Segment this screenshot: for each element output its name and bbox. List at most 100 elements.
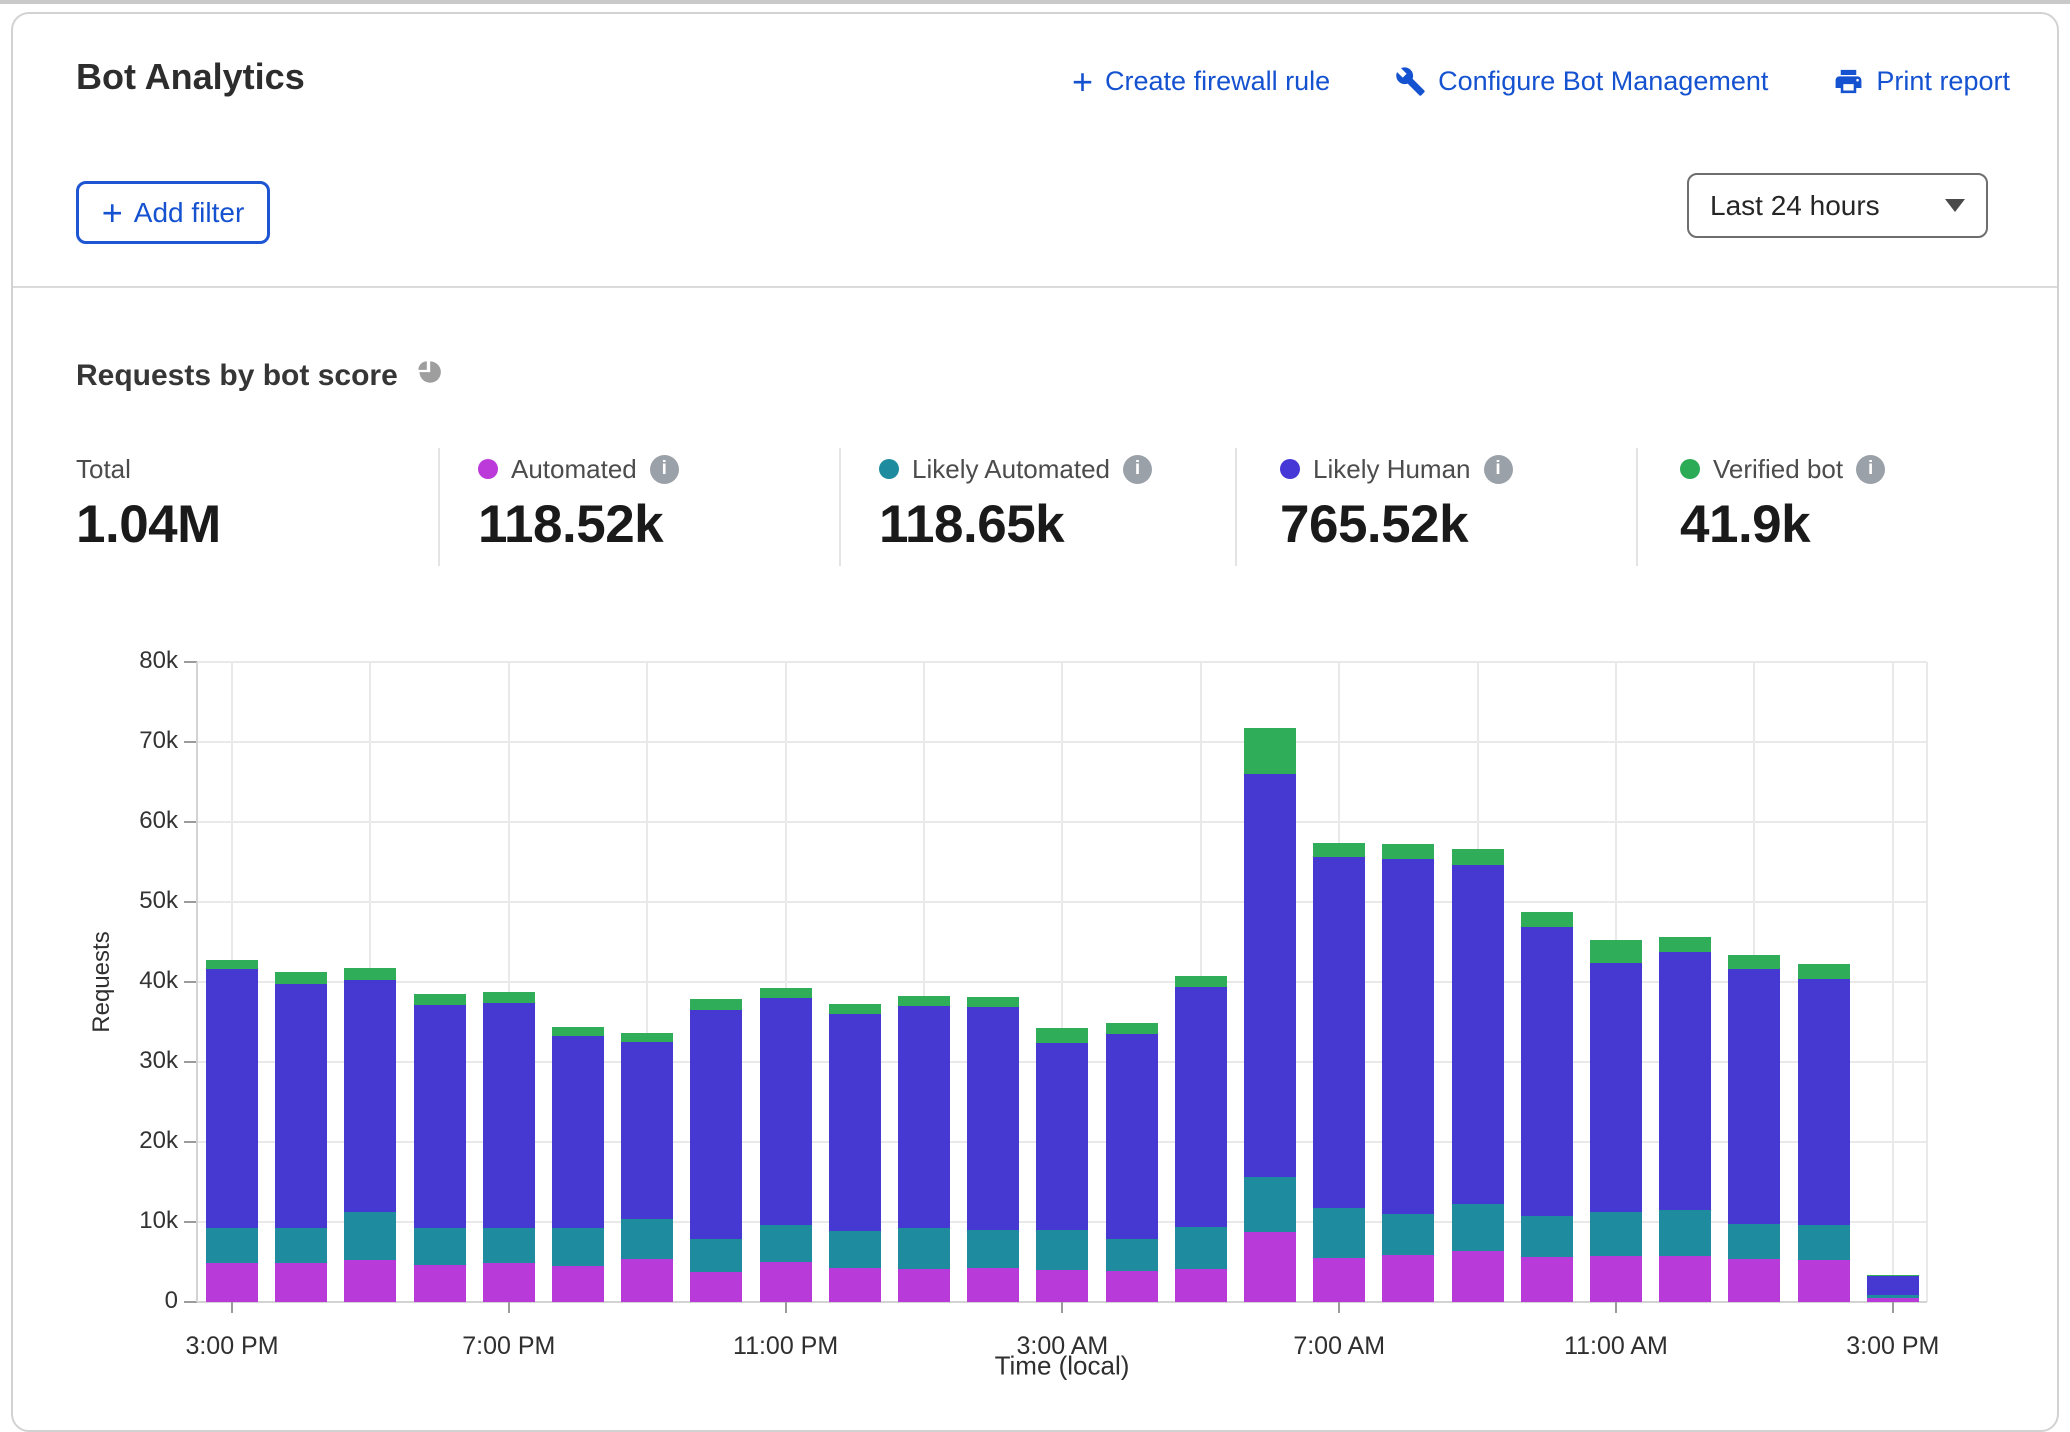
bar-segment-likely-automated[interactable]: [967, 1230, 1019, 1268]
bar-segment-likely-automated[interactable]: [1798, 1225, 1850, 1259]
bar-segment-likely-human[interactable]: [1521, 927, 1573, 1217]
bar-segment-verified-bot[interactable]: [967, 997, 1019, 1007]
bar-segment-likely-automated[interactable]: [1452, 1204, 1504, 1251]
bar-segment-likely-automated[interactable]: [275, 1228, 327, 1263]
bar-segment-automated[interactable]: [1728, 1259, 1780, 1302]
bar-segment-verified-bot[interactable]: [1452, 849, 1504, 865]
bar-segment-likely-human[interactable]: [621, 1042, 673, 1219]
bar-segment-automated[interactable]: [483, 1263, 535, 1302]
configure-bot-management-link[interactable]: Configure Bot Management: [1395, 66, 1768, 97]
bar-segment-likely-human[interactable]: [1382, 859, 1434, 1214]
bar-segment-automated[interactable]: [206, 1263, 258, 1302]
add-filter-button[interactable]: + Add filter: [76, 181, 270, 244]
bar-segment-automated[interactable]: [1867, 1298, 1919, 1302]
bar-segment-verified-bot[interactable]: [1313, 843, 1365, 857]
bar-segment-likely-human[interactable]: [275, 984, 327, 1228]
bar-segment-automated[interactable]: [1106, 1271, 1158, 1302]
bar-segment-likely-human[interactable]: [760, 998, 812, 1225]
bar-segment-likely-human[interactable]: [1313, 857, 1365, 1207]
bar-segment-likely-automated[interactable]: [1313, 1208, 1365, 1258]
bar-segment-likely-human[interactable]: [1244, 774, 1296, 1177]
bar-segment-automated[interactable]: [414, 1265, 466, 1302]
bar-segment-likely-automated[interactable]: [206, 1228, 258, 1263]
bar-segment-automated[interactable]: [1521, 1257, 1573, 1302]
bar-segment-likely-automated[interactable]: [552, 1228, 604, 1266]
bar-segment-likely-automated[interactable]: [760, 1225, 812, 1262]
bar-segment-verified-bot[interactable]: [1106, 1023, 1158, 1034]
bar-segment-automated[interactable]: [1659, 1256, 1711, 1302]
bar-segment-likely-human[interactable]: [1728, 969, 1780, 1223]
create-firewall-rule-link[interactable]: +Create firewall rule: [1072, 66, 1330, 97]
bar-segment-likely-human[interactable]: [690, 1010, 742, 1239]
bar-segment-likely-automated[interactable]: [1590, 1212, 1642, 1255]
bar-segment-automated[interactable]: [1244, 1232, 1296, 1302]
bar-segment-likely-automated[interactable]: [898, 1228, 950, 1269]
bar-segment-verified-bot[interactable]: [1382, 844, 1434, 859]
bar-segment-likely-automated[interactable]: [1036, 1230, 1088, 1270]
bar-segment-likely-human[interactable]: [1452, 865, 1504, 1203]
info-icon[interactable]: i: [1123, 455, 1152, 484]
bar-segment-verified-bot[interactable]: [206, 960, 258, 969]
bar-segment-likely-human[interactable]: [552, 1036, 604, 1228]
bar-segment-likely-automated[interactable]: [1382, 1214, 1434, 1255]
bar-segment-automated[interactable]: [344, 1260, 396, 1302]
bar-segment-likely-human[interactable]: [344, 980, 396, 1212]
bar-segment-automated[interactable]: [275, 1263, 327, 1302]
bar-segment-verified-bot[interactable]: [1175, 976, 1227, 986]
bar-segment-verified-bot[interactable]: [344, 968, 396, 981]
bar-segment-likely-automated[interactable]: [829, 1231, 881, 1268]
bar-segment-verified-bot[interactable]: [1798, 964, 1850, 979]
bar-segment-likely-automated[interactable]: [690, 1239, 742, 1272]
bar-segment-automated[interactable]: [1382, 1255, 1434, 1302]
bar-segment-likely-human[interactable]: [1659, 952, 1711, 1210]
bar-segment-automated[interactable]: [1452, 1251, 1504, 1302]
bar-segment-likely-automated[interactable]: [344, 1212, 396, 1259]
bar-segment-automated[interactable]: [829, 1268, 881, 1302]
bar-segment-likely-automated[interactable]: [483, 1228, 535, 1263]
bar-segment-likely-human[interactable]: [898, 1006, 950, 1228]
bar-segment-likely-human[interactable]: [1590, 963, 1642, 1213]
info-icon[interactable]: i: [1484, 455, 1513, 484]
bar-segment-verified-bot[interactable]: [1244, 728, 1296, 774]
bar-segment-verified-bot[interactable]: [829, 1004, 881, 1014]
bar-segment-likely-human[interactable]: [1175, 987, 1227, 1227]
bar-segment-automated[interactable]: [552, 1266, 604, 1302]
bar-segment-likely-human[interactable]: [206, 969, 258, 1227]
bar-segment-verified-bot[interactable]: [621, 1033, 673, 1042]
bar-segment-likely-automated[interactable]: [1659, 1210, 1711, 1256]
bar-segment-likely-human[interactable]: [829, 1014, 881, 1231]
bar-segment-likely-human[interactable]: [1867, 1276, 1919, 1295]
bar-segment-likely-human[interactable]: [1798, 979, 1850, 1225]
info-icon[interactable]: i: [650, 455, 679, 484]
bar-segment-likely-human[interactable]: [1036, 1043, 1088, 1230]
bar-segment-verified-bot[interactable]: [898, 996, 950, 1006]
bar-segment-automated[interactable]: [1313, 1258, 1365, 1302]
bar-segment-verified-bot[interactable]: [1590, 940, 1642, 963]
bar-segment-likely-automated[interactable]: [1244, 1177, 1296, 1231]
bar-segment-verified-bot[interactable]: [1036, 1028, 1088, 1042]
bar-segment-likely-automated[interactable]: [621, 1219, 673, 1259]
bar-segment-automated[interactable]: [1798, 1260, 1850, 1302]
bar-segment-verified-bot[interactable]: [483, 992, 535, 1003]
bar-segment-automated[interactable]: [1590, 1256, 1642, 1302]
bar-segment-likely-automated[interactable]: [1521, 1216, 1573, 1257]
bar-segment-verified-bot[interactable]: [1521, 912, 1573, 927]
bar-segment-automated[interactable]: [898, 1269, 950, 1302]
bar-segment-verified-bot[interactable]: [275, 972, 327, 984]
info-icon[interactable]: i: [1856, 455, 1885, 484]
bar-segment-verified-bot[interactable]: [760, 988, 812, 998]
bar-segment-likely-human[interactable]: [967, 1007, 1019, 1230]
bar-segment-likely-automated[interactable]: [414, 1228, 466, 1265]
bar-segment-verified-bot[interactable]: [414, 994, 466, 1005]
bar-segment-verified-bot[interactable]: [552, 1027, 604, 1037]
bar-segment-likely-automated[interactable]: [1867, 1295, 1919, 1298]
print-report-link[interactable]: Print report: [1833, 66, 2010, 97]
bar-segment-likely-human[interactable]: [414, 1005, 466, 1228]
bar-segment-automated[interactable]: [760, 1262, 812, 1302]
bar-segment-automated[interactable]: [690, 1272, 742, 1302]
bar-segment-likely-human[interactable]: [1106, 1034, 1158, 1239]
time-range-select[interactable]: Last 24 hours: [1687, 173, 1988, 238]
bar-segment-likely-automated[interactable]: [1175, 1227, 1227, 1269]
bar-segment-likely-automated[interactable]: [1106, 1239, 1158, 1271]
bar-segment-automated[interactable]: [621, 1259, 673, 1302]
